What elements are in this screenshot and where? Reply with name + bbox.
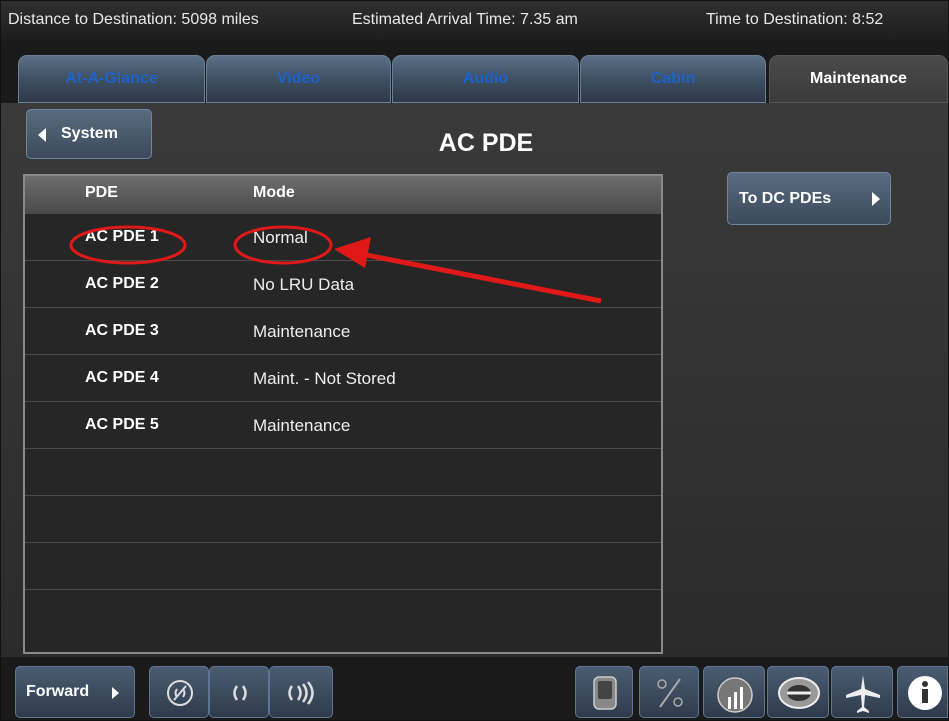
flight-map-button[interactable] [831, 666, 893, 718]
tab-audio[interactable]: Audio [392, 55, 579, 103]
tab-bar: At-A-Glance Video Audio Cabin Maintenanc… [1, 41, 948, 103]
table-header: PDE Mode [25, 176, 661, 214]
handset-button[interactable] [575, 666, 633, 718]
table-row[interactable]: AC PDE 1 Normal [25, 214, 661, 261]
temperature-button[interactable] [639, 666, 699, 718]
column-header-pde: PDE [85, 184, 118, 201]
tab-at-a-glance[interactable]: At-A-Glance [18, 55, 205, 103]
table-row [25, 543, 661, 590]
temperature-icon [657, 678, 683, 708]
pde-cell: AC PDE 3 [85, 322, 159, 339]
volume-up-icon [288, 681, 314, 705]
info-icon [908, 676, 942, 710]
table-row [25, 590, 661, 637]
time-to-destination: Time to Destination: 8:52 [706, 11, 884, 28]
system-back-label: System [61, 125, 118, 142]
pde-cell: AC PDE 1 [85, 228, 159, 245]
table-row [25, 496, 661, 543]
estimated-arrival-time: Estimated Arrival Time: 7.35 am [352, 11, 578, 28]
table-row[interactable]: AC PDE 4 Maint. - Not Stored [25, 355, 661, 402]
tab-maintenance[interactable]: Maintenance [769, 55, 948, 103]
chevron-right-icon [112, 687, 119, 699]
mode-cell: Normal [253, 228, 308, 247]
distance-to-destination: Distance to Destination: 5098 miles [8, 11, 259, 28]
pde-cell: AC PDE 4 [85, 369, 159, 386]
main-content: System AC PDE To DC PDEs PDE Mode AC PDE… [1, 103, 948, 657]
mode-cell: No LRU Data [253, 275, 355, 294]
column-header-mode: Mode [253, 184, 295, 201]
to-dc-pdes-button[interactable]: To DC PDEs [727, 172, 891, 225]
lighting-icon [717, 677, 753, 713]
mode-cell: Maintenance [253, 416, 351, 435]
table-row [25, 449, 661, 496]
pde-cell: AC PDE 2 [85, 275, 159, 292]
volume-down-icon [233, 685, 247, 701]
window-shade-button[interactable] [767, 666, 829, 718]
chevron-right-icon [872, 192, 880, 206]
table-row[interactable]: AC PDE 2 No LRU Data [25, 261, 661, 308]
app-window: Distance to Destination: 5098 miles Esti… [0, 0, 949, 721]
volume-up-button[interactable] [269, 666, 333, 718]
volume-down-button[interactable] [209, 666, 269, 718]
pde-cell: AC PDE 5 [85, 416, 159, 433]
handset-icon [593, 676, 617, 710]
mute-button[interactable] [149, 666, 209, 718]
status-bar: Distance to Destination: 5098 miles Esti… [1, 1, 948, 41]
lighting-button[interactable] [703, 666, 765, 718]
pde-table: PDE Mode AC PDE 1 Normal AC PDE 2 No LRU D… [23, 174, 663, 654]
mute-icon [167, 680, 193, 706]
system-back-button[interactable]: System [26, 109, 152, 159]
tab-cabin[interactable]: Cabin [580, 55, 766, 103]
chevron-left-icon [38, 128, 46, 142]
mode-cell: Maintenance [253, 322, 351, 341]
tab-video[interactable]: Video [206, 55, 391, 103]
window-shade-icon [778, 677, 820, 709]
forward-button[interactable]: Forward [15, 666, 135, 718]
info-button[interactable] [897, 666, 948, 718]
forward-label: Forward [26, 683, 90, 700]
table-row[interactable]: AC PDE 3 Maintenance [25, 308, 661, 355]
to-dc-pdes-label: To DC PDEs [739, 190, 832, 207]
bottom-toolbar: Forward [1, 657, 948, 720]
page-title: AC PDE [438, 129, 534, 157]
mode-cell: Maint. - Not Stored [253, 369, 396, 388]
table-row[interactable]: AC PDE 5 Maintenance [25, 402, 661, 449]
flight-map-icon [846, 675, 880, 713]
